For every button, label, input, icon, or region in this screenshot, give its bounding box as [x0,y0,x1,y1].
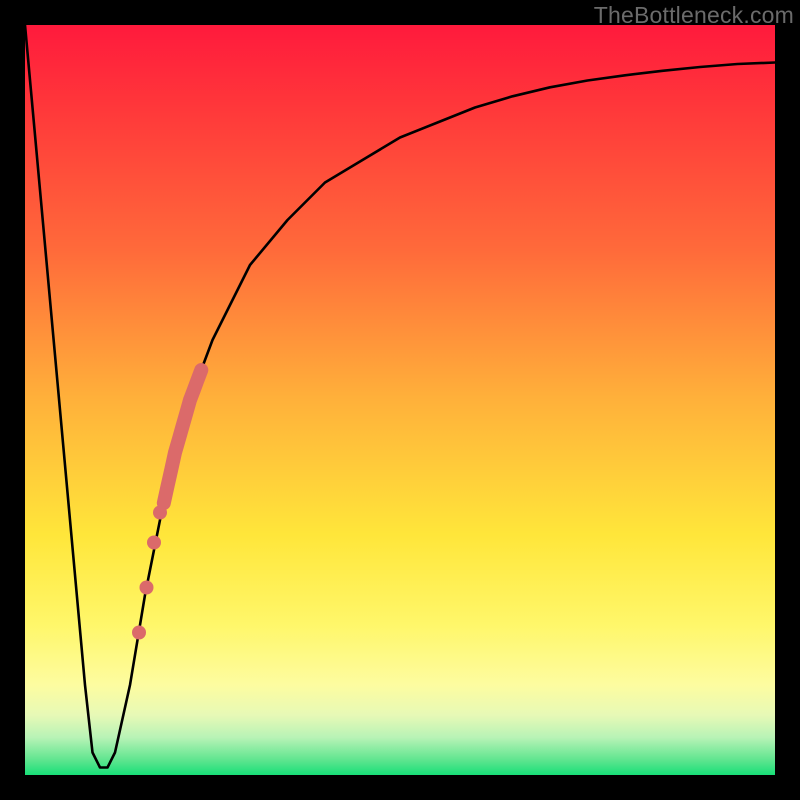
highlight-segment [164,370,202,503]
dot-3 [147,536,161,550]
bottleneck-curve-svg [25,25,775,775]
dot-4 [153,506,167,520]
dot-1 [132,626,146,640]
chart-frame: TheBottleneck.com [0,0,800,800]
watermark-text: TheBottleneck.com [594,2,794,29]
bottleneck-curve [25,25,775,768]
dot-2 [140,581,154,595]
plot-area [25,25,775,775]
